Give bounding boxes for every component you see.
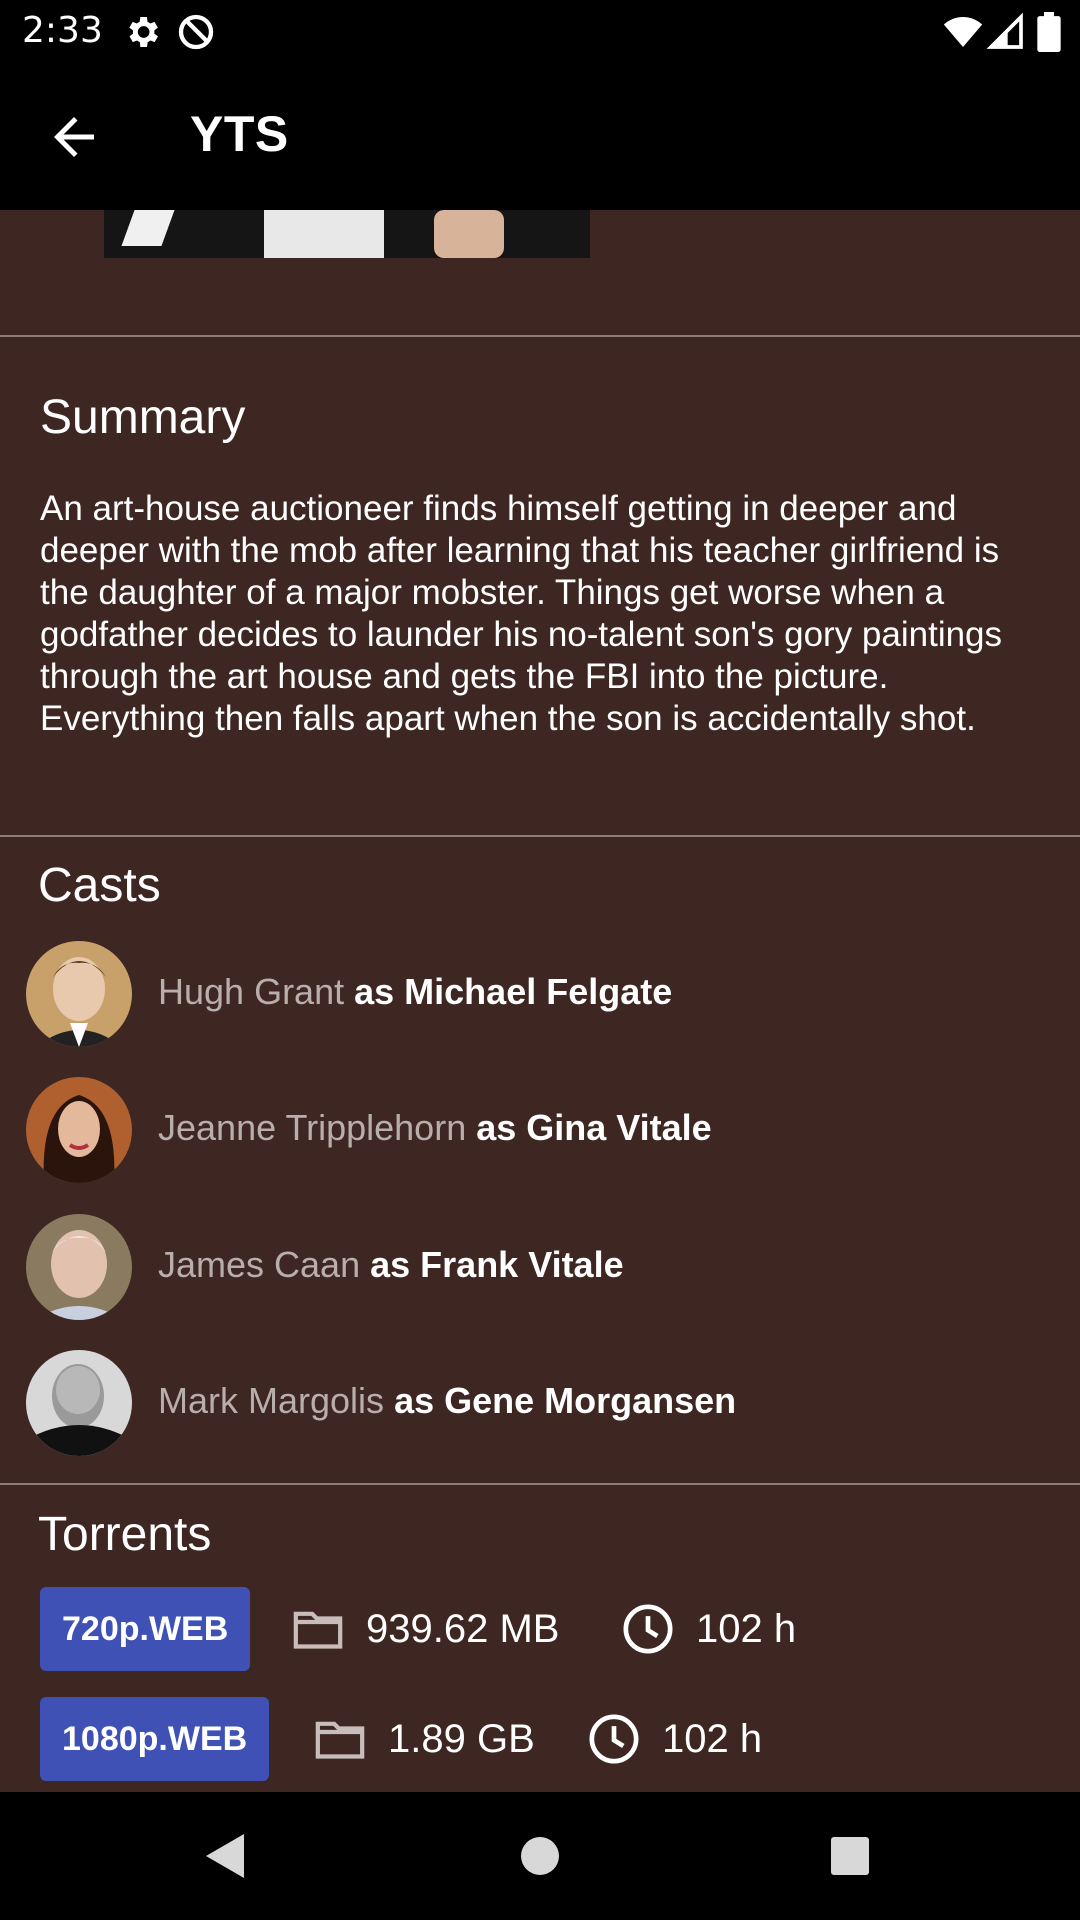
torrent-row: 720p.WEB 939.62 MB 102 h xyxy=(40,1587,1040,1671)
arrow-left-icon[interactable] xyxy=(44,107,104,167)
size-value: 1.89 GB xyxy=(388,1716,535,1761)
quality-button[interactable]: 720p.WEB xyxy=(40,1587,251,1671)
app-bar: YTS xyxy=(0,63,1080,210)
cast-text: Mark Margolis as Gene Morgansen xyxy=(158,1380,736,1422)
role-name: as Michael Felgate xyxy=(354,971,673,1012)
summary-text: An art-house auctioneer finds himself ge… xyxy=(40,489,1003,738)
cast-avatar xyxy=(26,941,132,1047)
cast-item[interactable]: Hugh Grant as Michael Felgate xyxy=(26,941,1066,1047)
summary-title: Summary xyxy=(40,391,246,444)
wifi-icon xyxy=(943,17,983,47)
cast-item[interactable]: Jeanne Tripplehorn as Gina Vitale xyxy=(26,1077,1066,1183)
folder-icon xyxy=(315,1721,365,1759)
role-name: as Gina Vitale xyxy=(476,1107,712,1148)
navigation-bar xyxy=(0,1792,1080,1920)
folder-icon xyxy=(293,1611,343,1649)
cast-item[interactable]: Mark Margolis as Gene Morgansen xyxy=(26,1350,1066,1456)
divider xyxy=(0,1483,1080,1485)
back-triangle-icon[interactable] xyxy=(204,1832,246,1880)
role-name: as Frank Vitale xyxy=(370,1244,624,1285)
duration-value: 102 h xyxy=(696,1606,797,1651)
torrent-row: 1080p.WEB 1.89 GB 102 h xyxy=(40,1697,1040,1781)
app-title: YTS xyxy=(190,106,289,162)
actor-name: Hugh Grant xyxy=(158,971,345,1012)
actor-name: Jeanne Tripplehorn xyxy=(158,1107,467,1148)
home-circle-icon[interactable] xyxy=(520,1836,560,1876)
size-value: 939.62 MB xyxy=(366,1606,560,1651)
recents-square-icon[interactable] xyxy=(830,1836,870,1876)
cast-avatar xyxy=(26,1077,132,1183)
divider xyxy=(0,335,1080,337)
divider xyxy=(0,835,1080,837)
casts-title: Casts xyxy=(38,859,161,912)
status-time: 2:33 xyxy=(22,10,103,51)
cast-avatar xyxy=(26,1350,132,1456)
actor-name: Mark Margolis xyxy=(158,1380,385,1421)
torrent-duration: 102 h xyxy=(620,1587,796,1671)
cast-text: James Caan as Frank Vitale xyxy=(158,1244,624,1286)
actor-name: James Caan xyxy=(158,1244,361,1285)
status-bar: 2:33 xyxy=(0,0,1080,63)
gear-icon xyxy=(129,17,158,47)
torrent-size: 939.62 MB xyxy=(290,1587,559,1671)
torrent-size: 1.89 GB xyxy=(312,1697,535,1781)
movie-poster xyxy=(104,210,590,258)
role-name: as Gene Morgansen xyxy=(394,1380,737,1421)
quality-button[interactable]: 1080p.WEB xyxy=(40,1697,270,1781)
duration-value: 102 h xyxy=(662,1716,763,1761)
cast-avatar xyxy=(26,1214,132,1320)
cast-item[interactable]: James Caan as Frank Vitale xyxy=(26,1214,1066,1320)
torrent-duration: 102 h xyxy=(586,1697,762,1781)
clock-icon xyxy=(589,1714,639,1764)
at-sign-icon xyxy=(178,14,214,50)
cast-text: Jeanne Tripplehorn as Gina Vitale xyxy=(158,1107,712,1149)
battery-icon xyxy=(1037,12,1061,52)
clock-icon xyxy=(623,1604,673,1654)
signal-icon xyxy=(986,12,1023,49)
torrents-title: Torrents xyxy=(38,1508,212,1561)
cast-text: Hugh Grant as Michael Felgate xyxy=(158,971,672,1013)
